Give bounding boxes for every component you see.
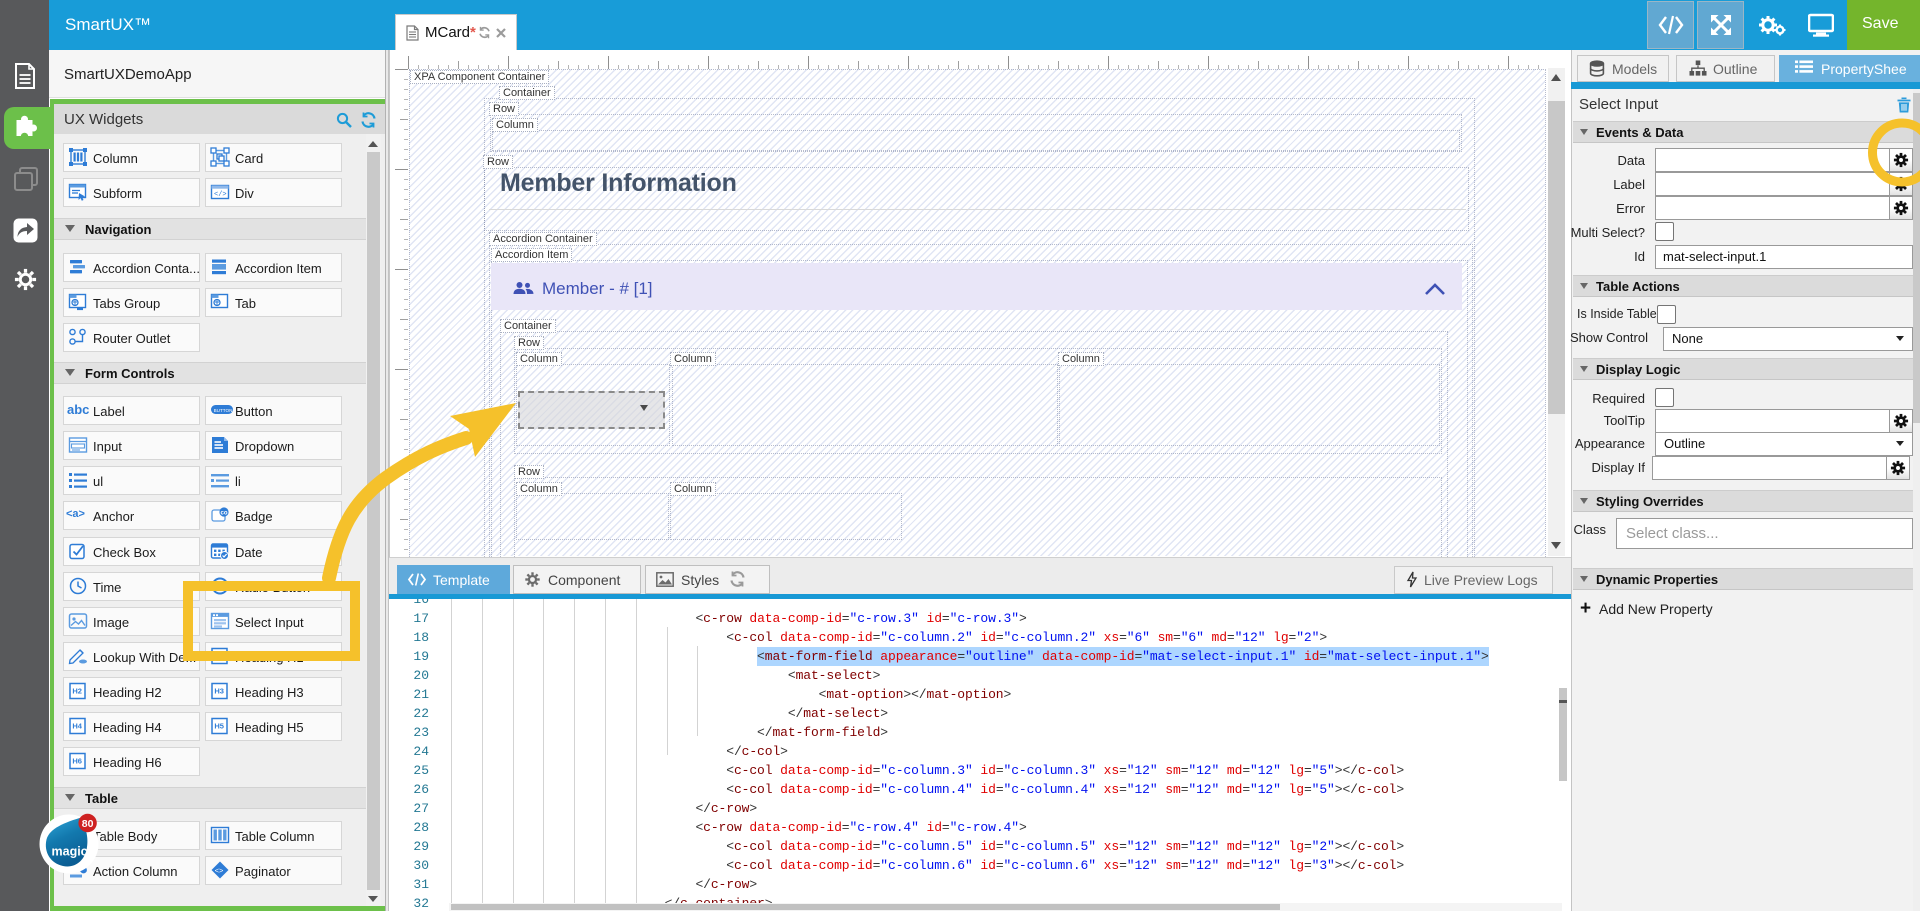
svg-text:co: co [221, 510, 228, 516]
svg-text:H5: H5 [214, 722, 224, 731]
svg-text:<>: <> [215, 866, 224, 875]
svg-text:H3: H3 [214, 687, 224, 696]
svg-text:H2: H2 [72, 687, 82, 696]
svg-text:H4: H4 [72, 722, 82, 731]
svg-text:80: 80 [82, 818, 94, 830]
svg-text:H6: H6 [72, 757, 82, 766]
svg-text:magic: magic [52, 845, 88, 859]
svg-text:</>: </> [214, 191, 227, 199]
svg-text:BUTTON: BUTTON [214, 408, 233, 413]
